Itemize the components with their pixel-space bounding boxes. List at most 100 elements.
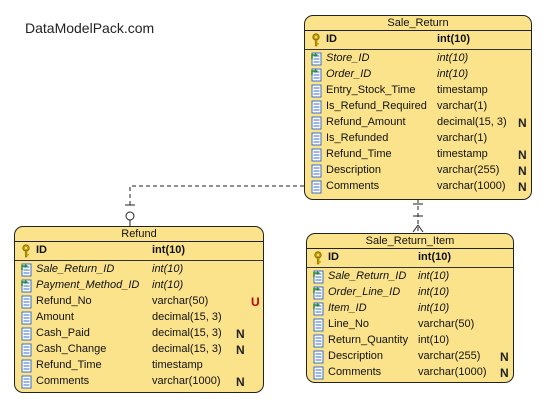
column-row[interactable]: Refund_Time timestamp [15, 358, 263, 374]
column-row[interactable]: Refund_No varchar(50) U [15, 294, 263, 310]
column-row[interactable]: ID int(10) [305, 32, 531, 48]
column-row[interactable]: Is_Refunded varchar(1) [305, 131, 531, 147]
entity-sale-return-item[interactable]: Sale_Return_Item ID int(10) Sale_Return_ID i… [306, 233, 514, 383]
column-name: Sale_Return_ID [36, 263, 115, 275]
column-icon [21, 311, 32, 325]
column-icon [21, 311, 33, 325]
primary-key-icon [311, 33, 323, 47]
column-row[interactable]: Line_No varchar(50) [307, 317, 513, 333]
column-row[interactable]: Comments varchar(1000) N [307, 365, 513, 381]
column-row[interactable]: Sale_Return_ID int(10) [307, 269, 513, 285]
column-icon [311, 164, 322, 178]
column-name: Comments [328, 366, 382, 378]
column-row[interactable]: Return_Quantity int(10) [307, 333, 513, 349]
column-row[interactable]: Refund_Amount decimal(15, 3) N [305, 115, 531, 131]
column-type: int(10) [152, 244, 185, 256]
column-row[interactable]: Cash_Paid decimal(15, 3) N [15, 326, 263, 342]
column-row[interactable]: Entry_Stock_Time timestamp [305, 83, 531, 99]
column-type: varchar(50) [418, 318, 475, 330]
column-icon [313, 366, 325, 380]
column-icon [313, 334, 324, 348]
entity-sale-return[interactable]: Sale_Return ID int(10) Store_ID int(10) Order… [304, 15, 532, 200]
column-name: Order_ID [326, 68, 372, 80]
column-icon [21, 295, 33, 309]
column-row[interactable]: Order_ID int(10) [305, 67, 531, 83]
column-row[interactable]: Comments varchar(1000) N [15, 374, 263, 390]
column-row[interactable]: ID int(10) [307, 250, 513, 266]
column-row[interactable]: Description varchar(255) N [307, 349, 513, 365]
column-icon [313, 366, 324, 380]
column-icon [21, 327, 32, 341]
primary-key-icon [22, 244, 30, 258]
column-row[interactable]: Sale_Return_ID int(10) [15, 262, 263, 278]
primary-key-icon [312, 33, 320, 47]
column-type: timestamp [152, 359, 203, 371]
nullable-badge: N [518, 148, 527, 162]
column-icon [311, 164, 323, 178]
column-name: Comments [326, 180, 380, 192]
column-icon [311, 148, 323, 162]
column-type: int(10) [437, 52, 469, 64]
column-name: Cash_Paid [36, 327, 90, 339]
column-type: varchar(1000) [437, 180, 506, 192]
column-type: int(10) [437, 33, 470, 45]
column-row[interactable]: Order_Line_ID int(10) [307, 285, 513, 301]
nullable-badge: N [236, 375, 245, 389]
column-row[interactable]: Comments varchar(1000) N [305, 179, 531, 195]
column-type: varchar(1000) [152, 375, 221, 387]
column-name: ID [326, 33, 337, 45]
column-name: Payment_Method_ID [36, 279, 140, 291]
column-row[interactable]: Item_ID int(10) [307, 301, 513, 317]
column-icon [21, 343, 33, 357]
column-type: int(10) [152, 279, 184, 291]
column-name: ID [328, 251, 339, 263]
column-row[interactable]: Payment_Method_ID int(10) [15, 278, 263, 294]
column-name: ID [36, 244, 47, 256]
column-type: decimal(15, 3) [152, 343, 222, 355]
column-icon [311, 180, 322, 194]
column-name: Return_Quantity [328, 334, 409, 346]
foreign-key-icon [21, 263, 33, 277]
column-icon [313, 318, 325, 332]
column-type: int(10) [418, 334, 450, 346]
entity-title: Sale_Return_Item [307, 234, 513, 249]
foreign-key-icon [313, 286, 325, 300]
nullable-badge: N [518, 180, 527, 194]
column-icon [21, 375, 32, 389]
column-row[interactable]: Refund_Time timestamp N [305, 147, 531, 163]
relationship-sale-return-item[interactable] [412, 199, 424, 233]
column-name: Amount [36, 311, 74, 323]
column-name: Description [326, 164, 382, 176]
column-type: int(10) [437, 68, 469, 80]
column-row[interactable]: ID int(10) [15, 243, 263, 259]
column-icon [311, 148, 322, 162]
column-row[interactable]: Amount decimal(15, 3) [15, 310, 263, 326]
column-icon [311, 180, 323, 194]
column-icon [311, 132, 323, 146]
relationship-sale-return-refund[interactable] [123, 185, 304, 232]
column-name: Is_Refund_Required [326, 100, 427, 112]
nullable-badge: N [500, 350, 509, 364]
primary-key-icon [314, 251, 322, 265]
foreign-key-icon [21, 279, 33, 293]
column-icon [313, 350, 325, 364]
foreign-key-icon [311, 52, 323, 66]
column-type: varchar(1000) [418, 366, 487, 378]
entity-refund[interactable]: Refund ID int(10) Sale_Return_ID int(10) Paym… [14, 226, 264, 393]
column-icon [311, 116, 323, 130]
column-icon [21, 375, 33, 389]
foreign-key-icon [21, 279, 32, 293]
foreign-key-icon [311, 52, 322, 66]
entity-title: Sale_Return [305, 16, 531, 31]
foreign-key-icon [313, 270, 325, 284]
column-row[interactable]: Description varchar(255) N [305, 163, 531, 179]
column-row[interactable]: Store_ID int(10) [305, 51, 531, 67]
primary-key-icon [21, 244, 33, 258]
column-type: varchar(1) [437, 100, 488, 112]
column-name: Refund_Amount [326, 116, 406, 128]
column-row[interactable]: Is_Refund_Required varchar(1) [305, 99, 531, 115]
foreign-key-icon [21, 263, 32, 277]
column-row[interactable]: Cash_Change decimal(15, 3) N [15, 342, 263, 358]
column-type: decimal(15, 3) [437, 116, 507, 128]
column-type: int(10) [418, 270, 450, 282]
